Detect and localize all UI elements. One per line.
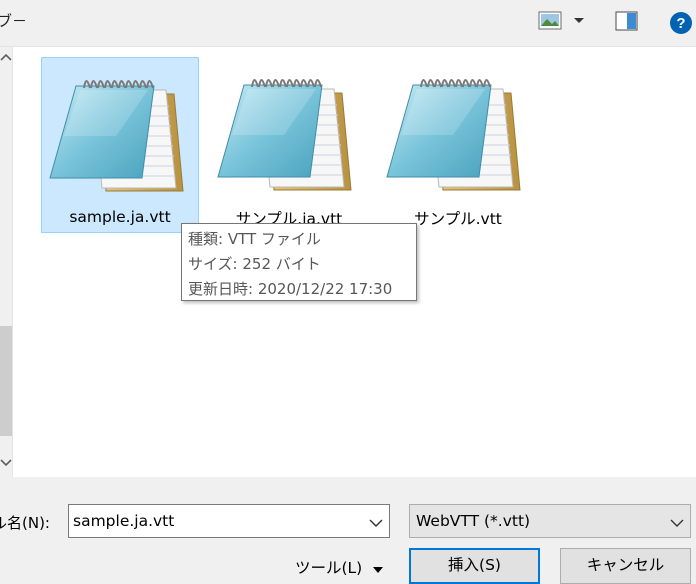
tooltip-modified: 更新日時: 2020/12/22 17:30 xyxy=(188,280,393,298)
file-item-sample-ja-vtt[interactable]: sample.ja.vtt xyxy=(41,57,199,233)
filetype-select[interactable]: WebVTT (*.vtt) xyxy=(409,504,691,538)
tooltip-type: 種類: VTT ファイル xyxy=(188,230,321,248)
chevron-down-icon[interactable] xyxy=(670,515,684,527)
chevron-down-icon[interactable] xyxy=(369,515,383,527)
filename-combobox[interactable] xyxy=(68,504,390,538)
file-item-sample-katakana-vtt[interactable]: サンプル.vtt xyxy=(379,57,537,233)
help-icon[interactable]: ? xyxy=(669,11,693,35)
chevron-down-icon[interactable] xyxy=(572,13,586,27)
file-item-sample-katakana-ja-vtt[interactable]: サンプル.ja.vtt xyxy=(210,57,368,233)
dialog-footer: ル名(N): WebVTT (*.vtt) ツール(L) 挿入(S) キャンセル xyxy=(0,478,696,584)
caret-down-icon xyxy=(372,561,384,573)
file-name: sample.ja.vtt xyxy=(69,208,171,226)
filename-label: ル名(N): xyxy=(0,514,50,532)
scrollbar-thumb[interactable] xyxy=(0,326,12,436)
filetype-selected: WebVTT (*.vtt) xyxy=(416,512,531,530)
file-info-tooltip: 種類: VTT ファイル サイズ: 252 バイト 更新日時: 2020/12/… xyxy=(181,223,417,301)
filename-input[interactable] xyxy=(69,505,363,537)
notepad-file-icon xyxy=(214,65,362,200)
notepad-file-icon xyxy=(383,65,531,200)
preview-pane-icon[interactable] xyxy=(615,10,639,32)
breadcrumb[interactable]: ブ－ xyxy=(0,10,27,31)
svg-text:?: ? xyxy=(676,15,685,32)
scroll-down-icon[interactable] xyxy=(0,455,12,471)
tooltip-size: サイズ: 252 バイト xyxy=(188,255,321,273)
notepad-file-icon xyxy=(46,66,194,201)
scroll-up-icon[interactable] xyxy=(0,50,12,66)
tools-label: ツール(L) xyxy=(295,559,363,577)
toolbar: ブ－ ? xyxy=(0,0,696,47)
view-large-icons-icon[interactable] xyxy=(538,9,564,33)
tools-menu-button[interactable]: ツール(L) xyxy=(286,550,396,582)
cancel-button[interactable]: キャンセル xyxy=(560,548,691,584)
insert-button[interactable]: 挿入(S) xyxy=(409,548,540,584)
